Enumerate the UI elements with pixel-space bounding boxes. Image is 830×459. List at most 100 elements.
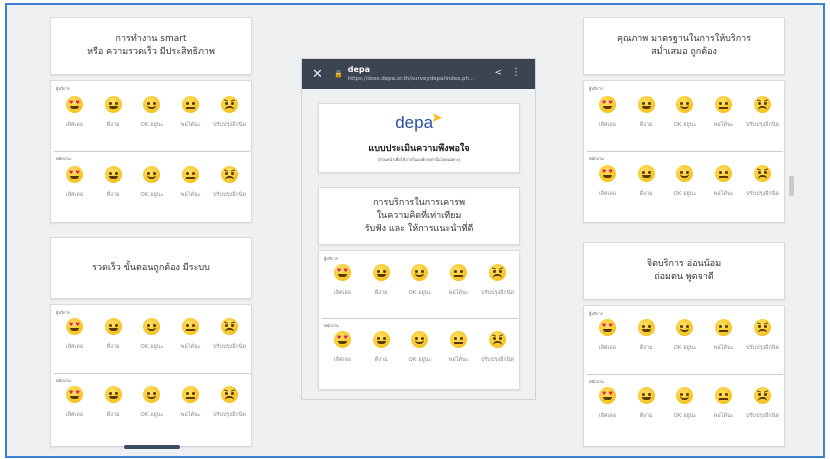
heart-eyes-icon[interactable]: ♥ ♥ bbox=[598, 319, 616, 336]
rating-option[interactable]: ปรับปรุงอีกนิด bbox=[481, 331, 515, 364]
heart-eyes-icon[interactable]: ♥ ♥ bbox=[65, 96, 83, 113]
heart-eyes-icon[interactable]: ♥ ♥ bbox=[598, 96, 616, 113]
neutral-icon[interactable] bbox=[182, 318, 200, 335]
neutral-icon[interactable] bbox=[450, 331, 468, 348]
rating-option[interactable]: ปรับปรุงอีกนิด bbox=[213, 386, 247, 419]
rating-option[interactable]: ดีงาม bbox=[96, 166, 130, 199]
frown-icon[interactable] bbox=[489, 264, 507, 281]
rating-option[interactable]: ดีงาม bbox=[364, 264, 398, 297]
rating-option[interactable]: พอได้นะ bbox=[707, 165, 741, 198]
grin-icon[interactable] bbox=[637, 319, 655, 336]
neutral-icon[interactable] bbox=[715, 165, 733, 182]
rating-option[interactable]: OK อยู่นะ bbox=[668, 319, 702, 352]
url-text[interactable]: https://dsss.depa.or.th/surveydepa/index… bbox=[348, 75, 475, 83]
smile-icon[interactable] bbox=[143, 318, 161, 335]
smile-icon[interactable] bbox=[143, 166, 161, 183]
bottom-nav-pill[interactable] bbox=[124, 445, 180, 449]
rating-option[interactable]: ดีงาม bbox=[96, 318, 130, 351]
smile-icon[interactable] bbox=[676, 165, 694, 182]
heart-eyes-icon[interactable]: ♥ ♥ bbox=[333, 331, 351, 348]
smile-icon[interactable] bbox=[143, 386, 161, 403]
rating-option[interactable]: ♥ ♥ เลิศเลอ bbox=[590, 96, 624, 129]
grin-icon[interactable] bbox=[637, 96, 655, 113]
rating-option[interactable]: พอได้นะ bbox=[707, 96, 741, 129]
smile-icon[interactable] bbox=[143, 96, 161, 113]
rating-option[interactable]: พอได้นะ bbox=[442, 264, 476, 297]
rating-option[interactable]: ♥ ♥ เลิศเลอ bbox=[590, 387, 624, 420]
neutral-icon[interactable] bbox=[182, 96, 200, 113]
rating-option[interactable]: ปรับปรุงอีกนิด bbox=[746, 319, 780, 352]
grin-icon[interactable] bbox=[104, 96, 122, 113]
grin-icon[interactable] bbox=[637, 165, 655, 182]
more-menu-icon[interactable]: ⋮ bbox=[511, 67, 521, 78]
scrollbar-handle[interactable] bbox=[789, 176, 794, 196]
grin-icon[interactable] bbox=[104, 318, 122, 335]
neutral-icon[interactable] bbox=[715, 96, 733, 113]
rating-option[interactable]: OK อยู่นะ bbox=[135, 386, 169, 419]
rating-option[interactable]: ♥ ♥ เลิศเลอ bbox=[57, 166, 91, 199]
frown-icon[interactable] bbox=[489, 331, 507, 348]
neutral-icon[interactable] bbox=[715, 319, 733, 336]
neutral-icon[interactable] bbox=[715, 387, 733, 404]
grin-icon[interactable] bbox=[104, 166, 122, 183]
smile-icon[interactable] bbox=[411, 264, 429, 281]
heart-eyes-icon[interactable]: ♥ ♥ bbox=[65, 166, 83, 183]
rating-option[interactable]: พอได้นะ bbox=[707, 319, 741, 352]
rating-option[interactable]: ♥ ♥ เลิศเลอ bbox=[590, 165, 624, 198]
rating-option[interactable]: ♥ ♥ เลิศเลอ bbox=[57, 96, 91, 129]
rating-option[interactable]: พอได้นะ bbox=[174, 96, 208, 129]
frown-icon[interactable] bbox=[754, 96, 772, 113]
rating-option[interactable]: พอได้นะ bbox=[442, 331, 476, 364]
rating-option[interactable]: OK อยู่นะ bbox=[135, 318, 169, 351]
heart-eyes-icon[interactable]: ♥ ♥ bbox=[598, 387, 616, 404]
frown-icon[interactable] bbox=[221, 318, 239, 335]
smile-icon[interactable] bbox=[676, 387, 694, 404]
rating-option[interactable]: ดีงาม bbox=[364, 331, 398, 364]
grin-icon[interactable] bbox=[372, 331, 390, 348]
rating-option[interactable]: ♥ ♥ เลิศเลอ bbox=[325, 264, 359, 297]
rating-option[interactable]: ดีงาม bbox=[629, 387, 663, 420]
close-icon[interactable]: ✕ bbox=[312, 67, 326, 82]
rating-option[interactable]: ♥ ♥ เลิศเลอ bbox=[57, 386, 91, 419]
heart-eyes-icon[interactable]: ♥ ♥ bbox=[65, 318, 83, 335]
smile-icon[interactable] bbox=[411, 331, 429, 348]
neutral-icon[interactable] bbox=[182, 386, 200, 403]
rating-option[interactable]: ♥ ♥ เลิศเลอ bbox=[57, 318, 91, 351]
rating-option[interactable]: ปรับปรุงอีกนิด bbox=[746, 387, 780, 420]
rating-option[interactable]: ปรับปรุงอีกนิด bbox=[746, 165, 780, 198]
rating-option[interactable]: ดีงาม bbox=[96, 96, 130, 129]
smile-icon[interactable] bbox=[676, 319, 694, 336]
rating-option[interactable]: ดีงาม bbox=[629, 96, 663, 129]
rating-option[interactable]: ดีงาม bbox=[96, 386, 130, 419]
rating-option[interactable]: ปรับปรุงอีกนิด bbox=[213, 318, 247, 351]
frown-icon[interactable] bbox=[221, 386, 239, 403]
rating-option[interactable]: OK อยู่นะ bbox=[135, 166, 169, 199]
grin-icon[interactable] bbox=[104, 386, 122, 403]
rating-option[interactable]: OK อยู่นะ bbox=[668, 165, 702, 198]
rating-option[interactable]: ดีงาม bbox=[629, 319, 663, 352]
rating-option[interactable]: พอได้นะ bbox=[707, 387, 741, 420]
rating-option[interactable]: พอได้นะ bbox=[174, 166, 208, 199]
neutral-icon[interactable] bbox=[182, 166, 200, 183]
rating-option[interactable]: ปรับปรุงอีกนิด bbox=[746, 96, 780, 129]
rating-option[interactable]: ♥ ♥ เลิศเลอ bbox=[325, 331, 359, 364]
rating-option[interactable]: ปรับปรุงอีกนิด bbox=[213, 96, 247, 129]
smile-icon[interactable] bbox=[676, 96, 694, 113]
frown-icon[interactable] bbox=[221, 166, 239, 183]
rating-option[interactable]: ดีงาม bbox=[629, 165, 663, 198]
frown-icon[interactable] bbox=[754, 387, 772, 404]
rating-option[interactable]: พอได้นะ bbox=[174, 318, 208, 351]
rating-option[interactable]: ปรับปรุงอีกนิด bbox=[481, 264, 515, 297]
rating-option[interactable]: OK อยู่นะ bbox=[668, 387, 702, 420]
heart-eyes-icon[interactable]: ♥ ♥ bbox=[333, 264, 351, 281]
frown-icon[interactable] bbox=[221, 96, 239, 113]
rating-option[interactable]: OK อยู่นะ bbox=[668, 96, 702, 129]
grin-icon[interactable] bbox=[637, 387, 655, 404]
rating-option[interactable]: OK อยู่นะ bbox=[403, 331, 437, 364]
frown-icon[interactable] bbox=[754, 319, 772, 336]
heart-eyes-icon[interactable]: ♥ ♥ bbox=[65, 386, 83, 403]
rating-option[interactable]: พอได้นะ bbox=[174, 386, 208, 419]
rating-option[interactable]: OK อยู่นะ bbox=[403, 264, 437, 297]
neutral-icon[interactable] bbox=[450, 264, 468, 281]
heart-eyes-icon[interactable]: ♥ ♥ bbox=[598, 165, 616, 182]
